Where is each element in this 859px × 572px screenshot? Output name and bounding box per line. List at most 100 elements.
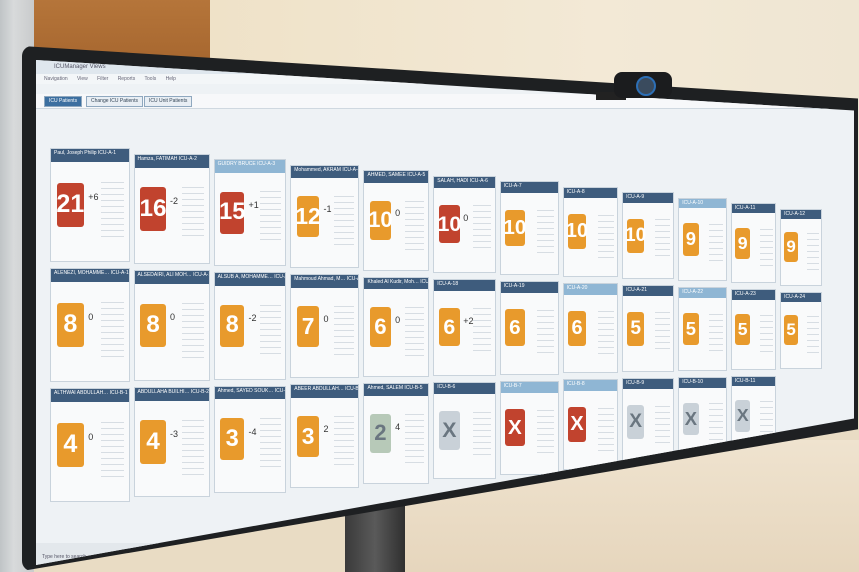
patient-card[interactable]: AHMED, SAMEE ICU-A-5 10 0: [363, 170, 430, 271]
tab-icu-patients[interactable]: ICU Patients: [44, 96, 83, 107]
vitals-lines: [759, 309, 773, 354]
patient-card-header: Mahmoud Ahmad, M… ICU-A-16: [291, 275, 359, 288]
severity-score-badge: 4: [57, 422, 84, 468]
patient-card[interactable]: Khaled Al Kudir, Moh… ICU-A-17 60: [363, 276, 430, 378]
severity-score-badge: 5: [735, 313, 751, 346]
vitals-lines: [709, 218, 724, 264]
severity-score-badge: 9: [784, 232, 798, 262]
vitals-lines: [472, 406, 492, 460]
patient-card[interactable]: ALENEZI, MOHAMME… ICU-A-13 8 0: [50, 268, 130, 382]
score-delta: 0: [395, 314, 401, 325]
patient-card-header: ALTHWAI ABDULLAH… ICU-B-1: [51, 389, 129, 403]
vitals-lines: [181, 181, 205, 242]
severity-score-badge: 10: [566, 214, 588, 250]
patient-card[interactable]: ICU-A-20 6: [562, 282, 619, 374]
patient-card-header: Khaled Al Kudir, Moh… ICU-A-17: [364, 277, 429, 290]
vitals-lines: [181, 298, 205, 359]
patient-card[interactable]: Mahmoud Ahmad, M… ICU-A-16 70: [290, 274, 360, 379]
patient-card[interactable]: ICU-A-9 10: [622, 192, 675, 280]
severity-score-badge: 5: [627, 311, 645, 346]
severity-score-badge: 8: [57, 302, 84, 348]
severity-score-badge: 6: [369, 307, 392, 347]
patient-card[interactable]: ALSUB A, MOHAMME… ICU-A-15 8-2: [213, 272, 287, 380]
vitals-lines: [597, 209, 614, 259]
menu-item[interactable]: Reports: [118, 76, 136, 82]
severity-score-badge: 21: [56, 182, 84, 228]
patient-card-header: SALAH, HADI ICU-A-6: [434, 176, 495, 188]
menu-item[interactable]: Help: [166, 76, 176, 82]
severity-score-badge: 9: [735, 227, 751, 259]
app-icon[interactable]: [246, 552, 253, 559]
patient-card[interactable]: ICU-B-6 X: [433, 381, 496, 480]
score-delta: 0: [323, 314, 329, 325]
patient-card-header: ICU-A-10: [679, 198, 726, 209]
vitals-lines: [334, 190, 355, 248]
vitals-lines: [597, 306, 614, 355]
vitals-lines: [655, 400, 671, 448]
vitals-lines: [100, 177, 124, 239]
severity-score-badge: 10: [503, 209, 526, 247]
patient-card[interactable]: ABEER ABDULLAH… ICU-B-4 3 2: [290, 384, 360, 489]
patient-card-header: ICU-A-24: [781, 292, 821, 302]
menu-item[interactable]: Filter: [97, 76, 108, 82]
patient-card[interactable]: ICU-A-8 10: [562, 186, 619, 277]
patient-card[interactable]: ICU-A-23 5: [730, 289, 777, 370]
patient-card[interactable]: ICU-B-8 X: [562, 379, 619, 470]
patient-card[interactable]: ICU-A-11 9: [730, 203, 777, 284]
patient-card[interactable]: ICU-A-19 6: [499, 280, 559, 375]
score-delta: -2: [170, 195, 179, 206]
patient-card-header: ICU-B-11: [731, 376, 776, 387]
patient-card[interactable]: ICU-A-10 9: [678, 197, 727, 282]
patient-card[interactable]: ALSEDAIRI, ALI MOH… ICU-A-14 8 0: [133, 270, 210, 381]
vitals-lines: [405, 195, 425, 250]
patient-card[interactable]: Hamza, FATIMAH ICU-A-2 16 -2: [133, 153, 210, 265]
patient-card-header: ICU-A-21: [623, 286, 674, 297]
patient-card-header: ICU-B-7: [500, 381, 558, 393]
tab-change-icu-patients[interactable]: Change ICU Patients: [86, 96, 143, 107]
patient-card[interactable]: ICU-A-24 5: [780, 291, 822, 369]
vitals-lines: [472, 303, 492, 356]
severity-score-badge: X: [627, 404, 645, 439]
patient-card[interactable]: ICU-A-12 9: [780, 208, 822, 286]
patient-card[interactable]: ICU-A-21 5: [622, 285, 675, 373]
vitals-lines: [334, 300, 355, 357]
menu-item[interactable]: View: [77, 76, 88, 82]
patient-card-header: ICU-A-12: [781, 209, 821, 219]
patient-card[interactable]: ICU-A-7 10: [499, 181, 559, 275]
severity-score-badge: X: [439, 411, 460, 450]
patient-card-header: ICU-A-19: [500, 281, 558, 293]
vitals-lines: [181, 414, 205, 475]
vitals-lines: [405, 408, 425, 463]
patient-card[interactable]: SALAH, HADI ICU-A-6 10 0: [433, 175, 496, 273]
menu-item[interactable]: Navigation: [44, 76, 68, 82]
store-icon[interactable]: [222, 552, 229, 559]
vitals-lines: [597, 402, 614, 452]
menu-item[interactable]: Tools: [145, 76, 157, 82]
folder-icon[interactable]: [210, 552, 217, 559]
patient-card[interactable]: ICU-A-18 6 +2: [433, 278, 496, 376]
patient-card[interactable]: Mohammed, AKRAM ICU-A-4 12 -1: [290, 164, 360, 269]
patient-card-header: ICU-A-18: [434, 279, 495, 292]
patient-card[interactable]: GUIDRY BRUCE ICU-A-3 15 +1: [213, 159, 287, 267]
patient-card[interactable]: ALTHWAI ABDULLAH… ICU-B-1 4 0: [50, 388, 130, 502]
app-icon[interactable]: [234, 552, 241, 559]
patient-card[interactable]: ICU-A-22 5: [678, 287, 727, 371]
vitals-lines: [759, 396, 773, 440]
windows-start-icon[interactable]: [186, 552, 193, 559]
vitals-lines: [259, 412, 282, 471]
patient-card[interactable]: ICU-B-7 X: [499, 380, 559, 475]
severity-score-badge: 10: [368, 200, 393, 240]
edge-icon[interactable]: [198, 552, 205, 559]
patient-card[interactable]: Ahmed, SALEM ICU-B-5 2 4: [363, 383, 430, 484]
patient-card[interactable]: Ahmed, SAYED SOUK… ICU-B-3 3-4: [213, 385, 287, 493]
patient-card-header: ICU-B-6: [434, 382, 495, 395]
patient-card-header: ABDULLAHA BUILHI… ICU-B-2: [134, 387, 209, 401]
patient-card[interactable]: ABDULLAHA BUILHI… ICU-B-2 4 -3: [133, 386, 210, 498]
score-delta: 0: [88, 311, 94, 322]
tab-icu-unit-patients[interactable]: ICU Unit Patients: [144, 96, 193, 107]
patient-card[interactable]: Paul, Joseph Philip ICU-A-1 21 +6: [50, 148, 130, 262]
severity-score-badge: 16: [139, 187, 167, 231]
vitals-lines: [537, 404, 555, 456]
vitals-lines: [537, 304, 555, 356]
patient-card-header: ICU-B-8: [563, 380, 618, 392]
